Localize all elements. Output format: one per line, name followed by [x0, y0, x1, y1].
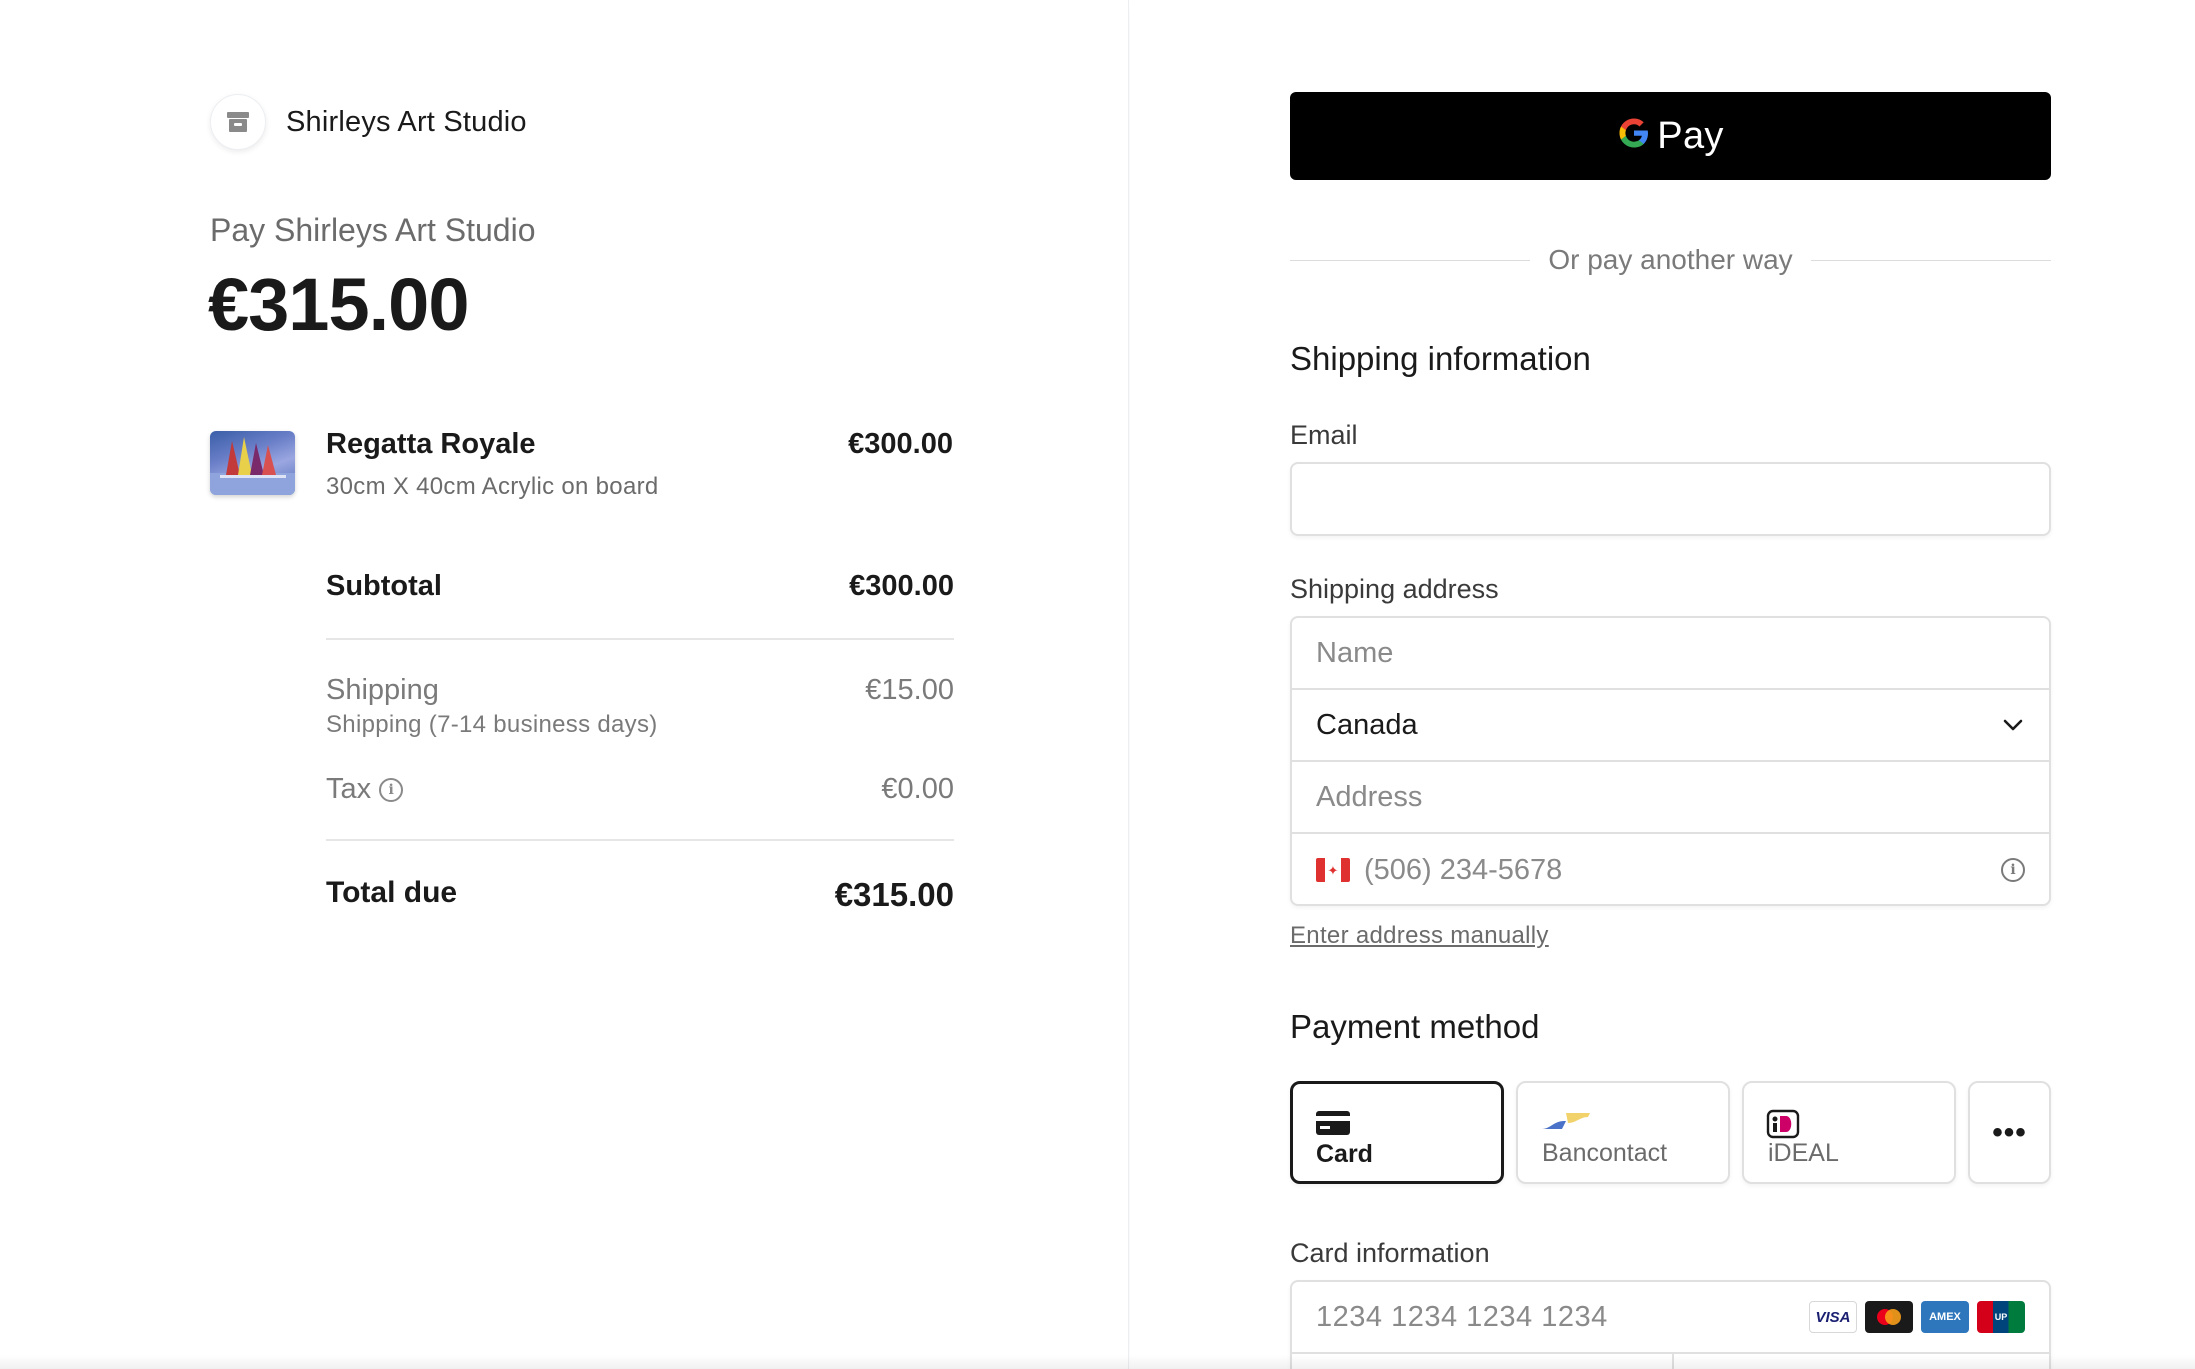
pay-to-label: Pay Shirleys Art Studio	[210, 212, 536, 248]
shipping-address-label: Shipping address	[1290, 574, 1499, 604]
mastercard-icon	[1865, 1301, 1913, 1333]
card-field-divider	[1672, 1354, 1674, 1369]
payment-method-label: Bancontact	[1542, 1139, 1668, 1167]
alt-payment-divider: Or pay another way	[1290, 244, 2051, 276]
address-row	[1292, 762, 2049, 834]
payment-method-bancontact[interactable]: Bancontact	[1516, 1081, 1730, 1184]
shipping-value: €15.00	[865, 674, 954, 706]
phone-field[interactable]	[1364, 834, 2001, 906]
payment-method-title: Payment method	[1290, 1008, 1540, 1045]
unionpay-icon: UP	[1977, 1301, 2025, 1333]
bancontact-icon	[1540, 1109, 1592, 1138]
checkout-form-panel: Pay Or pay another way Shipping informat…	[1130, 0, 2195, 1369]
payment-method-label: Card	[1316, 1140, 1373, 1168]
google-pay-button[interactable]: Pay	[1290, 92, 2051, 180]
card-number-row: VISA AMEX UP	[1292, 1282, 2049, 1354]
enter-address-manually-link[interactable]: Enter address manually	[1290, 922, 1549, 950]
merchant-name: Shirleys Art Studio	[286, 105, 527, 138]
card-information-label: Card information	[1290, 1238, 1490, 1268]
payment-method-label: iDEAL	[1768, 1139, 1839, 1167]
shipping-detail: Shipping (7-14 business days)	[326, 711, 658, 738]
payment-method-ideal[interactable]: iDEAL	[1742, 1081, 1956, 1184]
total-row: Total due €315.00	[326, 876, 954, 914]
google-pay-label: Pay	[1657, 114, 1724, 157]
subtotal-value: €300.00	[849, 570, 954, 602]
total-value: €315.00	[834, 876, 954, 913]
country-value: Canada	[1316, 708, 1418, 741]
alt-payment-text: Or pay another way	[1548, 244, 1793, 275]
store-icon	[210, 94, 266, 150]
total-amount-heading: €315.00	[208, 263, 469, 346]
amex-icon: AMEX	[1921, 1301, 1969, 1333]
name-row	[1292, 618, 2049, 690]
subtotal-label: Subtotal	[326, 570, 442, 602]
more-payment-methods-button[interactable]: •••	[1968, 1081, 2051, 1184]
tax-label: Tax	[326, 773, 372, 805]
subtotal-row: Subtotal €300.00	[326, 570, 954, 603]
phone-info-icon[interactable]: i	[2001, 858, 2025, 882]
phone-row: ✦ i	[1292, 834, 2049, 906]
shipping-row: Shipping €15.00	[326, 674, 954, 707]
order-summary-panel: Shirleys Art Studio Pay Shirleys Art Stu…	[0, 0, 1129, 1369]
total-label: Total due	[326, 876, 458, 909]
payment-method-card[interactable]: Card	[1290, 1081, 1504, 1184]
merchant-header[interactable]: Shirleys Art Studio	[210, 92, 527, 152]
chevron-down-icon	[2003, 719, 2023, 731]
name-field[interactable]	[1316, 618, 2025, 688]
more-dots-icon: •••	[1992, 1115, 2027, 1149]
address-field[interactable]	[1316, 762, 2025, 832]
tax-row: Tax i €0.00	[326, 773, 954, 806]
shipping-address-group: Canada ✦ i	[1290, 616, 2051, 906]
divider-line	[1290, 259, 1531, 261]
summary-divider	[326, 839, 954, 841]
card-information-group: VISA AMEX UP	[1290, 1280, 2051, 1369]
shipping-label: Shipping	[326, 674, 439, 706]
tax-value: €0.00	[881, 773, 954, 805]
card-brands: VISA AMEX UP	[1809, 1301, 2025, 1333]
divider-line	[1810, 259, 2051, 261]
tax-info-icon[interactable]: i	[379, 777, 404, 802]
email-field-wrapper	[1290, 462, 2051, 536]
email-label: Email	[1290, 420, 1358, 450]
google-g-icon	[1617, 116, 1651, 157]
item-description: 30cm X 40cm Acrylic on board	[326, 473, 659, 500]
country-select[interactable]: Canada	[1292, 690, 2049, 762]
credit-card-icon	[1315, 1110, 1351, 1141]
summary-divider	[326, 638, 954, 640]
card-number-field[interactable]	[1316, 1282, 1809, 1352]
visa-icon: VISA	[1809, 1301, 1857, 1333]
product-thumbnail	[210, 431, 295, 495]
item-name: Regatta Royale	[326, 428, 536, 460]
tax-label-group: Tax i	[326, 773, 404, 806]
item-price: €300.00	[848, 428, 953, 460]
email-field[interactable]	[1292, 464, 2049, 534]
canada-flag-icon[interactable]: ✦	[1316, 858, 1350, 882]
shipping-section-title: Shipping information	[1290, 340, 1591, 377]
checkout-page: Shirleys Art Studio Pay Shirleys Art Stu…	[0, 0, 2195, 1369]
